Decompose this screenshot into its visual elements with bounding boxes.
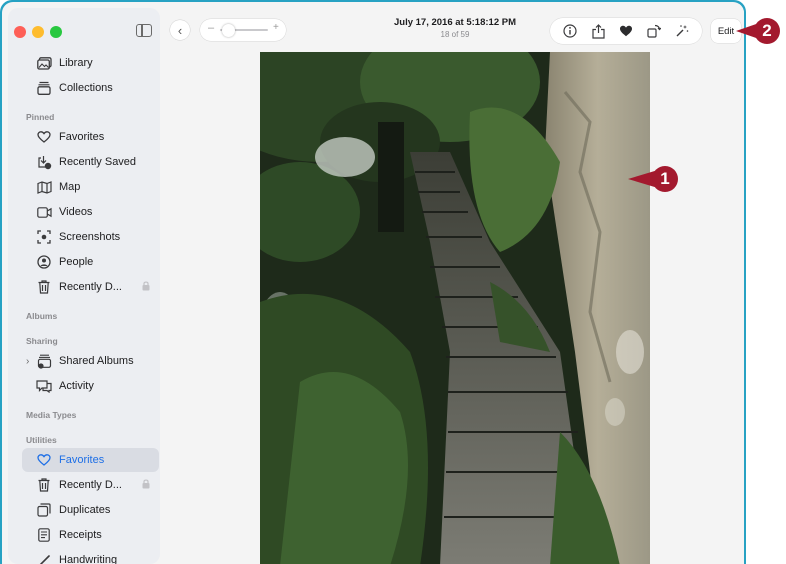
toolbar: ‹ – + July 17, 2016 at 5:18:12 PM 18 of … [160, 4, 744, 52]
window-frame: Library Collections Pinned Favorites Rec… [0, 0, 746, 564]
duplicates-icon [36, 502, 52, 518]
sidebar-item-label: Duplicates [59, 504, 111, 516]
person-icon [36, 254, 52, 270]
lock-icon [142, 281, 150, 293]
sidebar-item-label: Screenshots [59, 231, 121, 243]
callout-2: 2 [736, 18, 780, 44]
handwriting-icon [36, 552, 52, 564]
photo-stone-stairs-forest [260, 52, 650, 564]
info-icon[interactable] [562, 23, 578, 39]
sidebar-item-label: Recently D... [59, 479, 122, 491]
collections-icon [36, 80, 52, 96]
trash-icon [36, 279, 52, 295]
sidebar-item-handwriting[interactable]: Handwriting [22, 549, 158, 564]
sidebar-item-label: Activity [59, 380, 94, 392]
sidebar-item-people[interactable]: People [22, 251, 158, 273]
library-icon [36, 55, 52, 71]
map-icon [36, 179, 52, 195]
zoom-out-label[interactable]: – [208, 22, 214, 34]
sidebar-item-label: Favorites [59, 131, 105, 143]
share-icon[interactable] [590, 23, 606, 39]
heart-icon [36, 129, 52, 145]
sidebar-item-recently-deleted[interactable]: Recently D... [22, 276, 158, 298]
sidebar-item-activity[interactable]: Activity [22, 375, 158, 397]
zoom-in-label[interactable]: + [273, 22, 279, 33]
photo-date-title: July 17, 2016 at 5:18:12 PM [394, 17, 516, 28]
zoom-window-button[interactable] [50, 26, 62, 38]
photos-window: Library Collections Pinned Favorites Rec… [2, 2, 744, 564]
minimize-window-button[interactable] [32, 26, 44, 38]
section-header-sharing: Sharing [26, 336, 58, 346]
favorite-heart-icon[interactable] [618, 23, 634, 39]
sidebar-item-label: People [59, 256, 94, 268]
sidebar-item-favorites[interactable]: Favorites [22, 126, 158, 148]
sidebar-item-label: Receipts [59, 529, 102, 541]
chevron-right-icon[interactable]: › [26, 356, 29, 367]
chevron-left-icon: ‹ [177, 22, 183, 38]
activity-icon [36, 378, 52, 394]
photo-position-counter: 18 of 59 [440, 30, 470, 39]
rotate-icon[interactable] [646, 23, 662, 39]
photo-actions-group [550, 18, 702, 44]
back-button[interactable]: ‹ [170, 20, 190, 40]
sidebar-item-videos[interactable]: Videos [22, 201, 158, 223]
sidebar-item-shared-albums[interactable]: › Shared Albums [22, 350, 158, 372]
sidebar: Library Collections Pinned Favorites Rec… [8, 8, 160, 564]
callout-1: 1 [628, 166, 678, 192]
callout-number: 2 [754, 18, 780, 44]
sidebar-item-label: Shared Albums [59, 355, 134, 367]
photo-image[interactable] [260, 52, 650, 564]
auto-enhance-icon[interactable] [674, 23, 690, 39]
zoom-slider[interactable]: – + [200, 19, 286, 41]
sidebar-item-recently-deleted-utilities[interactable]: Recently D... [22, 474, 158, 496]
sidebar-item-screenshots[interactable]: Screenshots [22, 226, 158, 248]
sidebar-item-favorites-utilities[interactable]: Favorites [22, 448, 159, 472]
callout-number: 1 [652, 166, 678, 192]
sidebar-item-label: Collections [59, 82, 113, 94]
sidebar-item-label: Videos [59, 206, 93, 218]
sidebar-item-library[interactable]: Library [22, 52, 158, 74]
close-window-button[interactable] [14, 26, 26, 38]
sidebar-item-duplicates[interactable]: Duplicates [22, 499, 158, 521]
trash-icon [36, 477, 52, 493]
sidebar-item-label: Map [59, 181, 81, 193]
heart-icon [36, 452, 52, 468]
photo-viewer [160, 52, 744, 564]
sidebar-item-label: Favorites [59, 454, 105, 466]
receipt-icon [36, 527, 52, 543]
sidebar-item-label: Recently Saved [59, 156, 137, 168]
sidebar-item-recently-saved[interactable]: Recently Saved [22, 151, 158, 173]
sidebar-item-receipts[interactable]: Receipts [22, 524, 158, 546]
sidebar-item-label: Handwriting [59, 554, 118, 564]
section-header-pinned: Pinned [26, 112, 55, 122]
section-header-utilities: Utilities [26, 435, 57, 445]
lock-icon [142, 479, 150, 491]
sidebar-item-label: Recently D... [59, 281, 122, 293]
recently-saved-icon [36, 154, 52, 170]
section-header-media-types[interactable]: Media Types [26, 410, 76, 420]
video-icon [36, 204, 52, 220]
screenshot-icon [36, 229, 52, 245]
sidebar-item-collections[interactable]: Collections [22, 77, 158, 99]
sidebar-toggle-icon[interactable] [136, 24, 152, 37]
sidebar-item-label: Library [59, 57, 93, 69]
section-header-albums[interactable]: Albums [26, 311, 57, 321]
shared-albums-icon [36, 353, 52, 369]
zoom-knob[interactable] [221, 24, 235, 37]
sidebar-item-map[interactable]: Map [22, 176, 158, 198]
